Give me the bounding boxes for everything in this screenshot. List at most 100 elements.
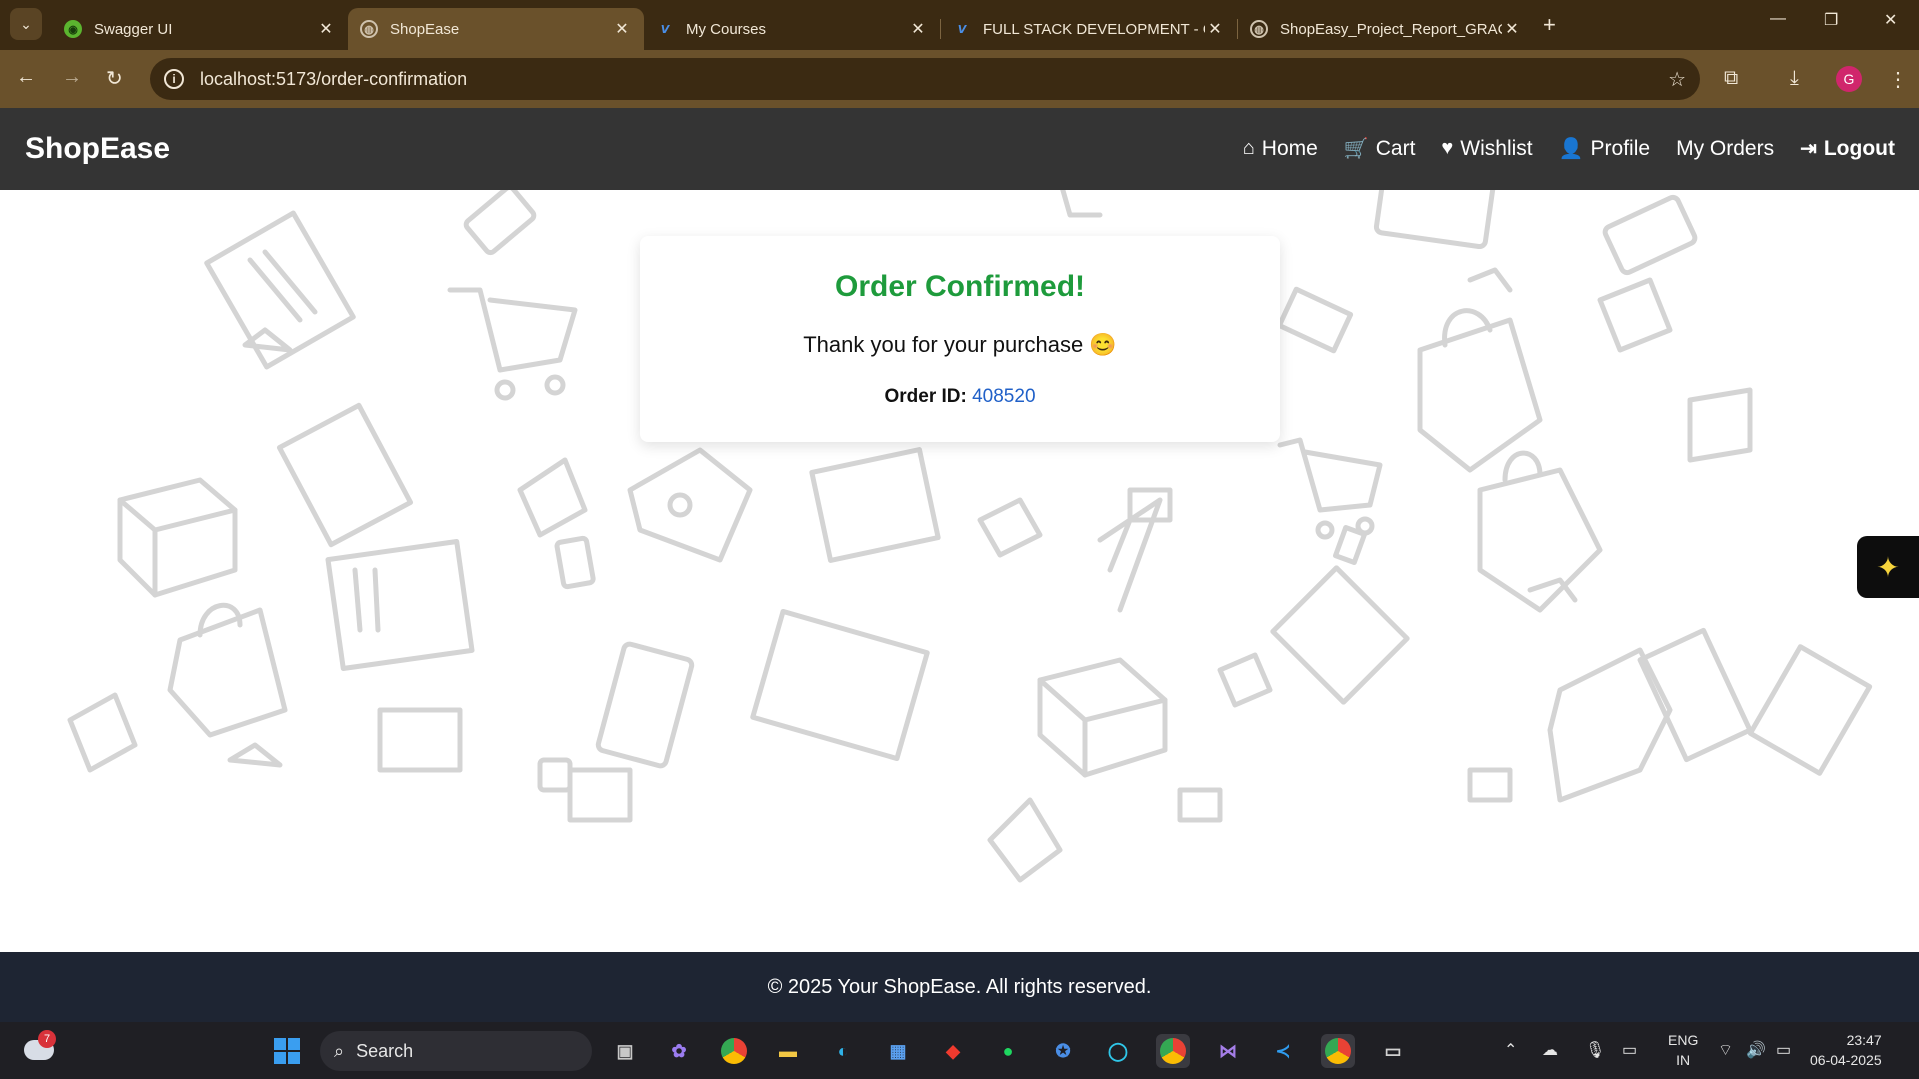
start-windows-icon[interactable] — [270, 1034, 304, 1068]
copilot-icon[interactable]: ✿ — [662, 1034, 696, 1068]
file-explorer-icon[interactable]: ▬ — [771, 1034, 805, 1068]
weather-widget[interactable]: 7 — [22, 1030, 58, 1068]
nav-profile[interactable]: 👤 Profile — [1559, 136, 1650, 161]
volume-icon[interactable]: 🔊 — [1746, 1040, 1766, 1060]
order-id-value: 408520 — [972, 386, 1036, 407]
clock-date: 06-04-2025 — [1810, 1052, 1882, 1068]
cart-icon: 🛒 — [1343, 138, 1369, 160]
visual-studio-icon[interactable]: ⋈ — [1211, 1034, 1245, 1068]
close-icon[interactable]: ✕ — [908, 19, 928, 39]
language-code: ENG — [1668, 1032, 1699, 1048]
sparkle-assistant-button[interactable]: ✦ — [1857, 536, 1919, 598]
profile-avatar[interactable]: G — [1836, 66, 1862, 92]
tab-title: ShopEase — [390, 20, 460, 38]
nav-home[interactable]: ⌂ Home — [1243, 137, 1318, 161]
menu-dots-icon[interactable]: ⋮ — [1888, 67, 1908, 92]
language-indicator[interactable]: ENG IN — [1668, 1030, 1698, 1070]
tab-strip: ◉ Swagger UI ✕ ◍ ShopEase ✕ 𝙑 My Courses… — [52, 8, 1534, 50]
heart-icon: ♥ — [1441, 137, 1454, 159]
thank-you-message: Thank you for your purchase 😊 — [803, 332, 1117, 357]
os-taskbar: 7 ⌕ Search ▣ ✿ ▬ ◐ ▦ ◆ ● ✪ ◯ ⋈ ≺ ▭ ⌃ ☁ 🎙… — [0, 1022, 1919, 1079]
tab-title: FULL STACK DEVELOPMENT - C — [983, 20, 1205, 38]
site-info-icon[interactable]: i — [164, 69, 184, 89]
close-icon[interactable]: ✕ — [1502, 19, 1522, 39]
back-arrow-icon[interactable]: ← — [16, 66, 36, 89]
order-confirmation-card: Order Confirmed! Thank you for your purc… — [640, 236, 1280, 442]
swagger-icon: ◉ — [64, 20, 82, 38]
nav-wishlist[interactable]: ♥ Wishlist — [1441, 137, 1532, 161]
tab-full-stack-development[interactable]: 𝙑 FULL STACK DEVELOPMENT - C ✕ — [941, 8, 1237, 50]
taskbar-search[interactable]: ⌕ Search — [320, 1031, 592, 1071]
nav-my-orders[interactable]: My Orders — [1676, 137, 1774, 161]
main-content: Order Confirmed! Thank you for your purc… — [0, 190, 1919, 952]
url-text[interactable]: localhost:5173/order-confirmation — [200, 69, 467, 90]
nav-label: My Orders — [1676, 136, 1775, 160]
sparkle-icon: ✦ — [1876, 551, 1900, 583]
app-navbar: ShopEase ⌂ Home 🛒 Cart ♥ Wishlist 👤 Prof… — [0, 108, 1919, 190]
tab-project-report[interactable]: ◍ ShopEasy_Project_Report_GRAC ✕ — [1238, 8, 1534, 50]
spotify-icon[interactable]: ● — [991, 1034, 1025, 1068]
reload-icon[interactable]: ↻ — [106, 66, 123, 91]
close-icon[interactable]: ✕ — [1205, 19, 1225, 39]
nav-label: Profile — [1590, 136, 1651, 160]
tab-shopease[interactable]: ◍ ShopEase ✕ — [348, 8, 644, 50]
nav-cart[interactable]: 🛒 Cart — [1344, 136, 1416, 161]
close-icon[interactable]: ✕ — [316, 19, 336, 39]
nav-logout[interactable]: ⇥ Logout — [1800, 136, 1895, 161]
nav-label: Cart — [1375, 136, 1416, 160]
courses-icon: 𝙑 — [660, 23, 670, 36]
globe-icon: ◍ — [1250, 20, 1268, 38]
confirmation-title: Order Confirmed! — [834, 270, 1086, 303]
order-id-row: Order ID: 408520 — [640, 386, 1280, 408]
battery-icon[interactable]: ▭ — [1776, 1040, 1791, 1060]
user-icon: 👤 — [1558, 138, 1584, 160]
app-store-icon[interactable]: ✪ — [1046, 1034, 1080, 1068]
page-footer: © 2025 Your ShopEase. All rights reserve… — [0, 952, 1919, 1022]
search-icon: ⌕ — [334, 1040, 345, 1061]
new-tab-button[interactable]: + — [1543, 12, 1556, 38]
bookmark-star-icon[interactable]: ☆ — [1668, 67, 1686, 92]
system-clock[interactable]: 23:47 06-04-2025 — [1810, 1030, 1882, 1070]
tab-swagger-ui[interactable]: ◉ Swagger UI ✕ — [52, 8, 348, 50]
task-view-icon[interactable]: ▣ — [608, 1034, 642, 1068]
taskbar-search-label: Search — [356, 1040, 414, 1061]
order-id-label: Order ID: — [884, 386, 967, 407]
download-icon[interactable]: ⤓ — [1790, 67, 1799, 90]
close-icon[interactable]: ✕ — [612, 19, 632, 39]
tab-my-courses[interactable]: 𝙑 My Courses ✕ — [644, 8, 940, 50]
globe-icon: ◍ — [360, 20, 378, 38]
home-icon: ⌂ — [1242, 137, 1255, 159]
tab-search-button[interactable]: ⌄ — [10, 8, 42, 40]
restore-icon[interactable]: ❐ — [1824, 10, 1838, 30]
tab-title: Swagger UI — [94, 20, 173, 38]
app-red-icon[interactable]: ◆ — [936, 1034, 970, 1068]
microphone-icon[interactable]: 🎙 — [1585, 1040, 1605, 1060]
window-close-icon[interactable]: ✕ — [1884, 10, 1897, 30]
wifi-icon[interactable]: ⌔ — [1718, 1040, 1733, 1060]
clock-time: 23:47 — [1846, 1032, 1882, 1048]
edge-icon[interactable]: ◐ — [826, 1034, 860, 1068]
nav-label: Home — [1261, 136, 1318, 160]
region-code: IN — [1676, 1052, 1691, 1068]
nav-label: Logout — [1823, 136, 1895, 160]
display-icon[interactable]: ▭ — [1622, 1040, 1637, 1060]
nav-label: Wishlist — [1460, 136, 1533, 160]
vscode-icon[interactable]: ≺ — [1266, 1034, 1300, 1068]
forward-arrow-icon[interactable]: → — [62, 66, 82, 89]
alexa-icon[interactable]: ◯ — [1101, 1034, 1135, 1068]
store-icon[interactable]: ▦ — [881, 1034, 915, 1068]
chrome-icon[interactable] — [717, 1034, 751, 1068]
chrome-active-icon[interactable] — [1321, 1034, 1355, 1068]
address-bar[interactable]: i localhost:5173/order-confirmation ☆ — [150, 58, 1700, 100]
terminal-icon[interactable]: ▭ — [1376, 1034, 1410, 1068]
chrome-profile-icon[interactable] — [1156, 1034, 1190, 1068]
browser-tab-bar: ⌄ ◉ Swagger UI ✕ ◍ ShopEase ✕ 𝙑 My Cours… — [0, 0, 1919, 50]
minimize-icon[interactable]: — — [1770, 10, 1786, 28]
chevron-up-icon[interactable]: ⌃ — [1504, 1040, 1517, 1060]
browser-toolbar: ← → ↻ i localhost:5173/order-confirmatio… — [0, 50, 1919, 108]
brand-logo[interactable]: ShopEase — [25, 132, 170, 166]
extensions-icon[interactable]: ⧉ — [1724, 67, 1738, 90]
onedrive-icon[interactable]: ☁ — [1542, 1040, 1558, 1060]
main-nav: ⌂ Home 🛒 Cart ♥ Wishlist 👤 Profile My Or… — [1243, 136, 1895, 161]
tab-title: My Courses — [686, 20, 767, 38]
